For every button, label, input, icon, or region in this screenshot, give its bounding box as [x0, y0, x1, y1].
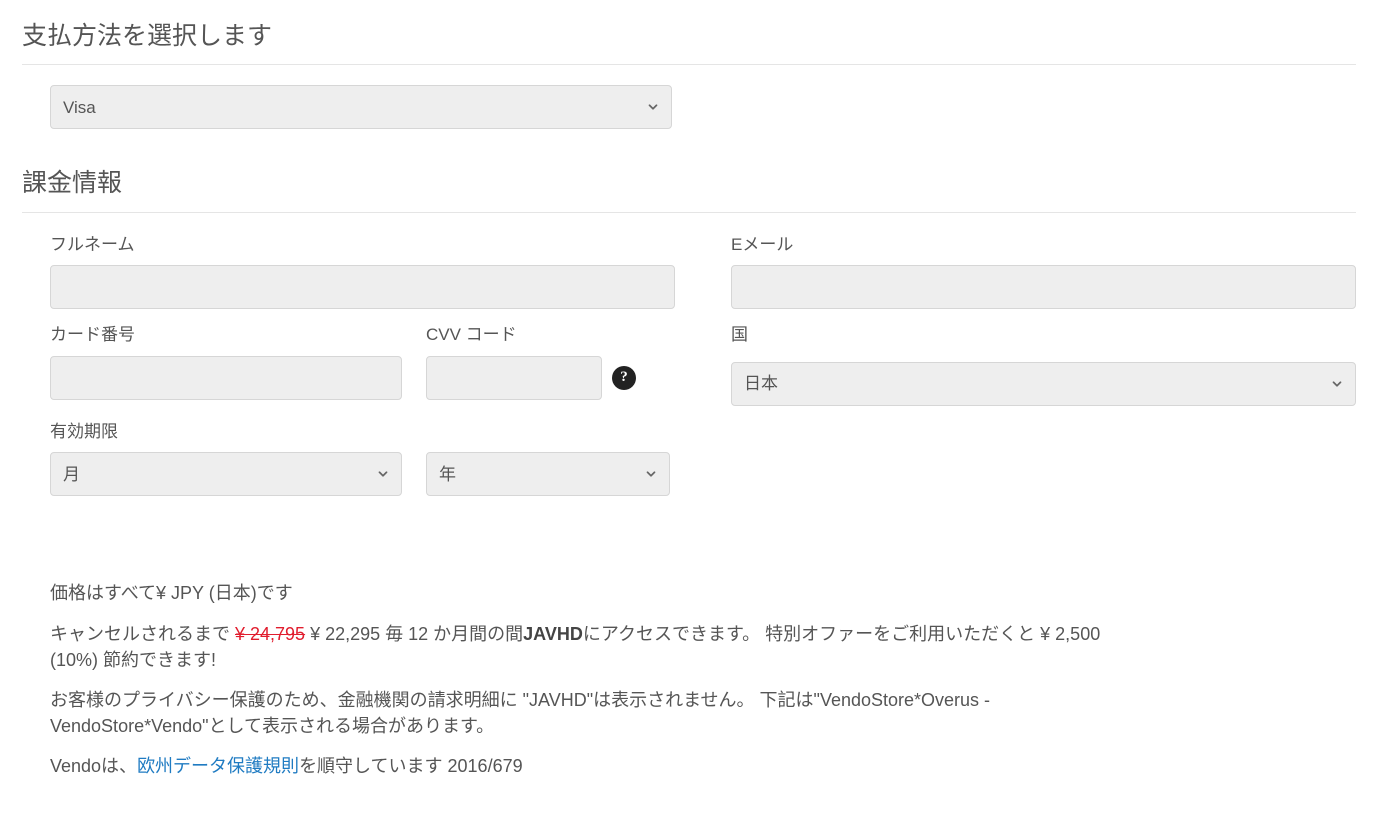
card-number-input[interactable]	[50, 356, 402, 400]
full-name-label: フルネーム	[50, 233, 675, 258]
cvv-help-icon[interactable]: ?	[612, 366, 636, 390]
gdpr-note: Vendoは、欧州データ保護規則を順守しています 2016/679	[50, 753, 1328, 779]
currency-note: 価格はすべて¥ JPY (日本)です	[50, 580, 1328, 606]
pricing-note: キャンセルされるまで ¥ 24,795 ¥ 22,295 毎 12 か月間の間J…	[50, 621, 1328, 673]
full-name-input[interactable]	[50, 265, 675, 309]
country-select[interactable]: 日本	[731, 362, 1356, 406]
fineprint: 価格はすべて¥ JPY (日本)です キャンセルされるまで ¥ 24,795 ¥…	[22, 580, 1356, 779]
cvv-input[interactable]	[426, 356, 602, 400]
payment-method-title: 支払方法を選択します	[22, 18, 1356, 65]
expiry-year-select[interactable]: 年	[426, 452, 670, 496]
email-input[interactable]	[731, 265, 1356, 309]
email-label: Eメール	[731, 233, 1356, 258]
payment-method-select-wrap: Visa	[50, 85, 672, 129]
expiry-year-wrap: 年	[426, 452, 670, 496]
expiry-month-select[interactable]: 月	[50, 452, 402, 496]
brand-name: JAVHD	[523, 624, 583, 644]
privacy-note: お客様のプライバシー保護のため、金融機関の請求明細に "JAVHD"は表示されま…	[50, 687, 1328, 739]
expiry-month-wrap: 月	[50, 452, 402, 496]
card-number-label: カード番号	[50, 323, 402, 348]
country-select-wrap: 日本	[731, 362, 1356, 406]
country-label: 国	[731, 323, 1356, 348]
old-price: ¥ 24,795	[235, 624, 305, 644]
gdpr-link[interactable]: 欧州データ保護規則	[137, 756, 299, 776]
billing-info-title: 課金情報	[22, 165, 1356, 212]
expiry-label: 有効期限	[50, 420, 675, 445]
payment-method-select[interactable]: Visa	[50, 85, 672, 129]
cvv-label: CVV コード	[426, 323, 636, 348]
